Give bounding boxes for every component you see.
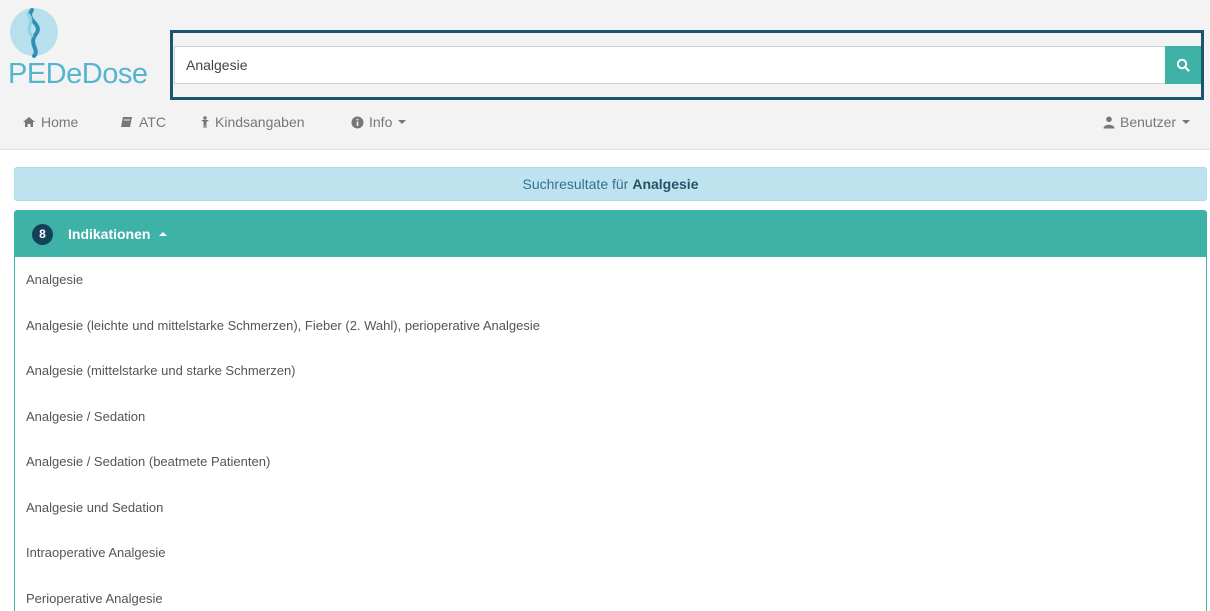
list-item[interactable]: Analgesie / Sedation (beatmete Patienten…	[15, 439, 1206, 485]
top-header: PEDeDose Home ATC Kindsang	[0, 0, 1210, 150]
user-icon	[1103, 116, 1115, 128]
book-icon	[121, 117, 132, 127]
list-item[interactable]: Analgesie	[15, 257, 1206, 303]
indications-list: Analgesie Analgesie (leichte und mittels…	[15, 257, 1206, 611]
results-term: Analgesie	[632, 176, 699, 192]
list-item[interactable]: Analgesie (leichte und mittelstarke Schm…	[15, 303, 1206, 349]
nav-atc[interactable]: ATC	[120, 104, 166, 140]
indications-count-badge: 8	[32, 223, 53, 245]
nav-home-label: Home	[41, 114, 79, 130]
nav-info-dropdown[interactable]: Info	[351, 104, 407, 140]
brand-name: PEDeDose	[8, 58, 148, 90]
list-item[interactable]: Analgesie (mittelstarke und starke Schme…	[15, 348, 1206, 394]
nav-info-label: Info	[369, 114, 393, 130]
list-item[interactable]: Intraoperative Analgesie	[15, 530, 1206, 576]
nav-kindsangaben-label: Kindsangaben	[215, 114, 305, 130]
search-input[interactable]	[174, 46, 1166, 84]
indications-panel-toggle[interactable]: 8 Indikationen	[15, 211, 1206, 257]
search-icon	[1176, 58, 1190, 72]
search-button[interactable]	[1165, 46, 1201, 84]
home-icon	[23, 117, 35, 127]
list-item[interactable]: Perioperative Analgesie	[15, 576, 1206, 611]
list-item[interactable]: Analgesie und Sedation	[15, 485, 1206, 531]
child-icon	[201, 115, 209, 128]
indications-title: Indikationen	[68, 226, 151, 242]
nav-home[interactable]: Home	[22, 104, 78, 140]
chevron-up-icon	[159, 232, 168, 236]
pededose-logo[interactable]: PEDeDose	[8, 6, 168, 92]
nav-kindsangaben[interactable]: Kindsangaben	[200, 104, 305, 140]
nav-benutzer-label: Benutzer	[1120, 114, 1177, 130]
info-icon	[351, 116, 364, 128]
nav-benutzer-dropdown[interactable]: Benutzer	[1103, 104, 1191, 140]
search-results-banner: Suchresultate für Analgesie	[14, 167, 1207, 201]
nav-atc-label: ATC	[139, 114, 166, 130]
logo-icon	[10, 8, 58, 58]
results-prefix: Suchresultate für	[522, 176, 629, 192]
chevron-down-icon	[398, 120, 407, 124]
indications-panel: 8 Indikationen Analgesie Analgesie (leic…	[14, 210, 1207, 611]
main-navbar: Home ATC Kindsangaben Info Benutzer	[0, 104, 1210, 140]
chevron-down-icon	[1182, 120, 1191, 124]
list-item[interactable]: Analgesie / Sedation	[15, 394, 1206, 440]
